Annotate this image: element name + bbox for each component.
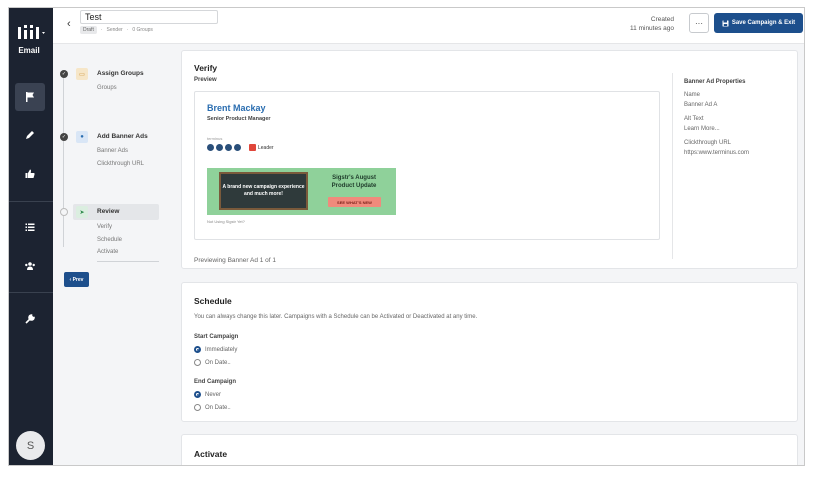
created-value: 11 minutes ago bbox=[630, 25, 674, 32]
signature-name: Brent Mackay bbox=[207, 103, 266, 113]
email-icon[interactable] bbox=[234, 144, 241, 151]
start-immediately-label[interactable]: Immediately bbox=[205, 347, 237, 353]
step-review[interactable]: Review bbox=[97, 208, 119, 215]
activate-title: Activate bbox=[194, 449, 228, 459]
end-on-date-radio[interactable] bbox=[194, 404, 201, 411]
preview-label: Preview bbox=[194, 77, 217, 83]
left-rail: Email S bbox=[9, 8, 53, 465]
nav-campaigns[interactable] bbox=[15, 83, 45, 111]
wrench-icon bbox=[25, 314, 35, 324]
nav-design[interactable] bbox=[15, 121, 45, 149]
end-never-radio[interactable] bbox=[194, 391, 201, 398]
thumbs-up-icon bbox=[25, 169, 35, 178]
verify-title: Verify bbox=[194, 63, 218, 73]
save-icon bbox=[722, 20, 729, 26]
campaign-stepper: ✓ ▭ Assign Groups Groups ✓ ● Add Banner … bbox=[53, 44, 177, 465]
company-logo: terminus bbox=[207, 136, 223, 141]
substep-clickthrough-url[interactable]: Clickthrough URL bbox=[97, 161, 144, 167]
linkedin-icon[interactable] bbox=[216, 144, 223, 151]
signature-preview: Brent Mackay Senior Product Manager term… bbox=[194, 91, 660, 240]
breadcrumb-sender: Sender bbox=[106, 27, 123, 33]
save-campaign-label: Save Campaign & Exit bbox=[731, 20, 796, 26]
flag-icon bbox=[26, 92, 34, 102]
prop-name-label: Name bbox=[684, 92, 701, 98]
instagram-icon[interactable] bbox=[225, 144, 232, 151]
campaign-title-input[interactable]: Test bbox=[80, 10, 218, 24]
banner-right-title: Sigstr's August Product Update bbox=[331, 175, 377, 189]
nav-list[interactable] bbox=[15, 213, 45, 241]
breadcrumb-separator: · bbox=[126, 27, 129, 33]
schedule-title: Schedule bbox=[194, 296, 232, 306]
signature-role: Senior Product Manager bbox=[207, 116, 271, 122]
properties-title: Banner Ad Properties bbox=[684, 79, 746, 85]
start-on-date-radio[interactable] bbox=[194, 359, 201, 366]
step-complete-check-icon: ✓ bbox=[60, 70, 68, 78]
stepper-line bbox=[63, 72, 64, 247]
schedule-card: Schedule You can always change this late… bbox=[181, 282, 798, 422]
banner-left-text: A brand new campaign experience and much… bbox=[222, 184, 305, 197]
prev-button[interactable]: ‹ Prev bbox=[64, 272, 89, 287]
back-button[interactable]: ‹ bbox=[67, 18, 71, 30]
more-options-button[interactable]: ··· bbox=[689, 13, 709, 33]
prop-url-value: https:www.terminus.com bbox=[684, 150, 750, 156]
previewing-text: Previewing Banner Ad 1 of 1 bbox=[194, 257, 277, 264]
g2-leader-badge: Leader bbox=[249, 144, 274, 151]
properties-divider bbox=[672, 73, 673, 259]
substep-verify[interactable]: Verify bbox=[97, 224, 112, 230]
app-logo bbox=[18, 25, 45, 39]
list-icon bbox=[25, 223, 35, 231]
prop-name-value: Banner Ad A bbox=[684, 102, 718, 108]
top-bar: ‹ Test Draft · Sender · 0 Groups Created… bbox=[53, 8, 804, 44]
section-label: Email bbox=[18, 46, 40, 55]
rail-divider bbox=[9, 292, 53, 293]
end-never-label[interactable]: Never bbox=[205, 392, 221, 398]
verify-card: Verify Preview Brent Mackay Senior Produ… bbox=[181, 50, 798, 269]
step-assign-groups[interactable]: Assign Groups bbox=[97, 70, 144, 77]
step-pending-dot bbox=[60, 208, 68, 216]
app-frame: Email S ‹ Test Draft · Sender · 0 Groups… bbox=[8, 7, 805, 466]
users-icon bbox=[25, 262, 35, 270]
prop-alt-label: Alt Text bbox=[684, 116, 704, 122]
step-complete-check-icon: ✓ bbox=[60, 133, 68, 141]
substep-groups[interactable]: Groups bbox=[97, 85, 117, 91]
nav-engagement[interactable] bbox=[15, 160, 45, 188]
save-campaign-button[interactable]: Save Campaign & Exit bbox=[714, 13, 803, 33]
groups-icon: ▭ bbox=[76, 68, 88, 80]
status-badge: Draft bbox=[80, 26, 97, 34]
prop-url-label: Clickthrough URL bbox=[684, 140, 732, 146]
activate-card: Activate bbox=[181, 434, 798, 465]
banner-cta-button[interactable]: SEE WHAT'S NEW bbox=[328, 197, 381, 207]
end-campaign-label: End Campaign bbox=[194, 379, 237, 385]
nav-people[interactable] bbox=[15, 252, 45, 280]
banner-ads-icon: ● bbox=[76, 131, 88, 143]
twitter-icon[interactable] bbox=[207, 144, 214, 151]
not-using-link[interactable]: Not Using Sigstr Yet? bbox=[207, 219, 245, 224]
substep-schedule[interactable]: Schedule bbox=[97, 237, 122, 243]
start-immediately-radio[interactable] bbox=[194, 346, 201, 353]
created-label: Created bbox=[650, 16, 674, 23]
schedule-description: You can always change this later. Campai… bbox=[194, 314, 478, 320]
start-campaign-label: Start Campaign bbox=[194, 334, 239, 340]
chalkboard: A brand new campaign experience and much… bbox=[219, 172, 308, 210]
breadcrumb-separator: · bbox=[100, 27, 103, 33]
substep-activate[interactable]: Activate bbox=[97, 249, 118, 255]
g2-logo-icon bbox=[249, 144, 256, 151]
end-on-date-label[interactable]: On Date.. bbox=[205, 405, 231, 411]
send-icon: ➤ bbox=[76, 206, 88, 218]
banner-ad-image[interactable]: A brand new campaign experience and much… bbox=[207, 168, 396, 215]
prop-alt-value: Learn More... bbox=[684, 126, 720, 132]
substep-banner-ads[interactable]: Banner Ads bbox=[97, 148, 128, 154]
leader-text: Leader bbox=[258, 144, 274, 151]
nav-settings[interactable] bbox=[15, 305, 45, 333]
breadcrumb-groups: 0 Groups bbox=[132, 27, 153, 33]
substep-divider bbox=[97, 261, 159, 262]
avatar[interactable]: S bbox=[16, 431, 45, 460]
pen-icon bbox=[26, 131, 34, 139]
breadcrumb: Draft · Sender · 0 Groups bbox=[80, 26, 153, 34]
created-info: Created 11 minutes ago bbox=[630, 15, 674, 33]
start-on-date-label[interactable]: On Date.. bbox=[205, 360, 231, 366]
step-add-banner-ads[interactable]: Add Banner Ads bbox=[97, 133, 148, 140]
rail-divider bbox=[9, 201, 53, 202]
